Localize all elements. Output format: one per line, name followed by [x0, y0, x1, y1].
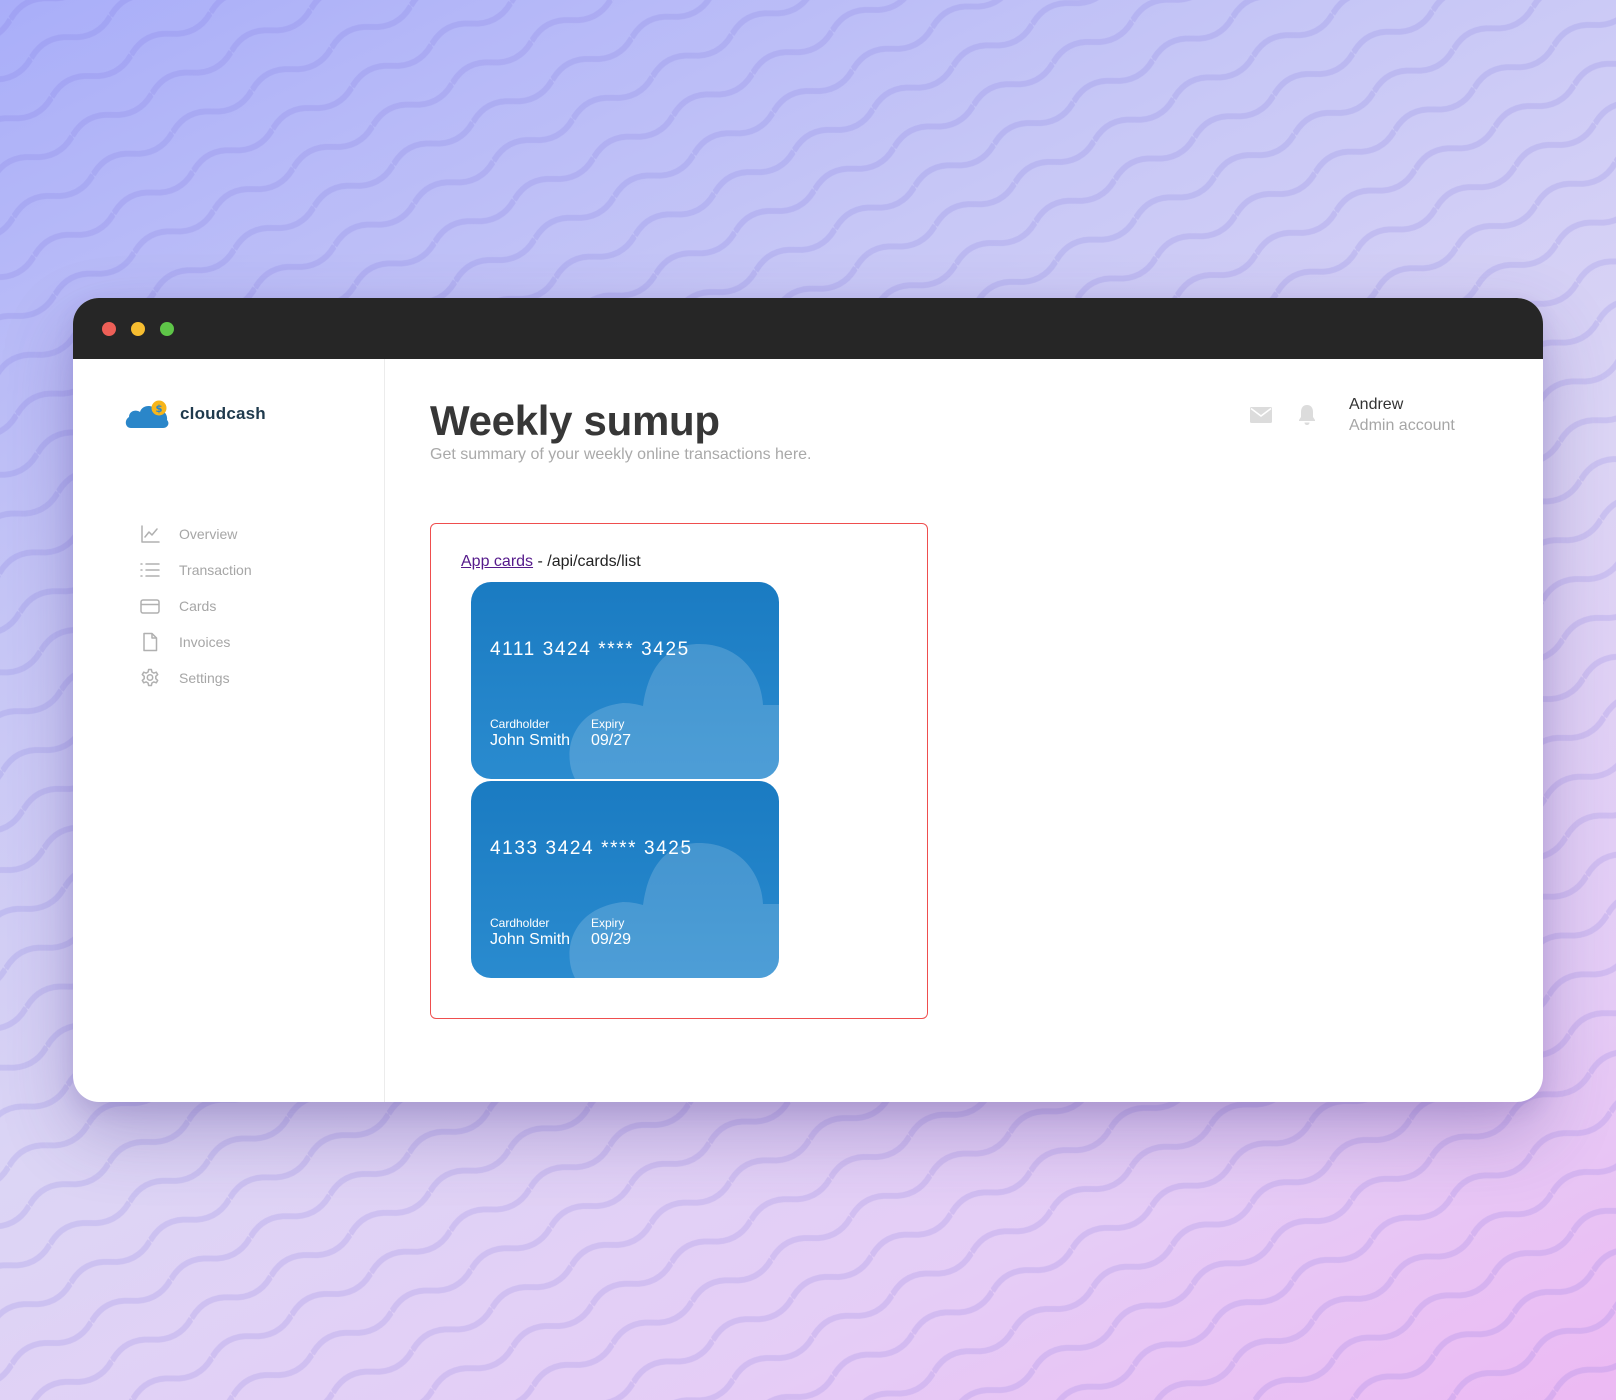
credit-card[interactable]: 4133 3424 **** 3425 Cardholder John Smit…: [471, 781, 779, 978]
cloud-logo-icon: $: [125, 400, 169, 428]
document-icon: [139, 631, 161, 653]
svg-text:$: $: [156, 404, 163, 415]
app-logo[interactable]: $ cloudcash: [124, 398, 266, 430]
cardholder-name: John Smith: [490, 732, 571, 749]
sidebar-item-label: Cards: [179, 598, 217, 614]
cardholder-name: John Smith: [490, 931, 571, 948]
chart-line-icon: [139, 523, 161, 545]
cardholder-label: Cardholder: [490, 916, 550, 930]
cardholder-label: Cardholder: [490, 717, 550, 731]
user-role: Admin account: [1349, 417, 1455, 434]
api-endpoint-label: - /api/cards/list: [533, 553, 641, 570]
user-name[interactable]: Andrew: [1349, 396, 1403, 414]
credit-card-icon: [139, 595, 161, 617]
expiry-label: Expiry: [591, 916, 625, 930]
list-icon: [139, 559, 161, 581]
sidebar-nav: Overview Transaction Cards Invoices Sett…: [139, 516, 252, 696]
sidebar-item-overview[interactable]: Overview: [139, 516, 252, 552]
sidebar-item-label: Invoices: [179, 634, 231, 650]
bell-icon[interactable]: [1295, 403, 1319, 427]
credit-card[interactable]: 4111 3424 **** 3425 Cardholder John Smit…: [471, 582, 779, 779]
page-subtitle: Get summary of your weekly online transa…: [430, 446, 812, 463]
mail-icon[interactable]: [1249, 403, 1273, 427]
sidebar-item-cards[interactable]: Cards: [139, 588, 252, 624]
card-number: 4133 3424 **** 3425: [490, 838, 693, 859]
expiry-date: 09/27: [591, 732, 632, 749]
card-number: 4111 3424 **** 3425: [490, 639, 690, 660]
app-name: cloudcash: [180, 404, 266, 423]
expiry-label: Expiry: [591, 717, 625, 731]
sidebar-item-label: Transaction: [179, 562, 252, 578]
panel-heading: App cards - /api/cards/list: [461, 553, 641, 571]
minimize-window-button[interactable]: [131, 322, 145, 336]
sidebar-item-transaction[interactable]: Transaction: [139, 552, 252, 588]
maximize-window-button[interactable]: [160, 322, 174, 336]
sidebar-item-invoices[interactable]: Invoices: [139, 624, 252, 660]
expiry-date: 09/29: [591, 931, 632, 948]
app-cards-link[interactable]: App cards: [461, 553, 533, 570]
gear-icon: [139, 667, 161, 689]
main-content: Weekly sumup Get summary of your weekly …: [385, 359, 1543, 1102]
sidebar-item-label: Overview: [179, 526, 238, 542]
sidebar-item-settings[interactable]: Settings: [139, 660, 252, 696]
app-window: $ cloudcash Overview Transaction Cards I…: [73, 298, 1543, 1102]
window-titlebar: [73, 298, 1543, 359]
page-title: Weekly sumup: [430, 397, 720, 444]
close-window-button[interactable]: [102, 322, 116, 336]
sidebar: $ cloudcash Overview Transaction Cards I…: [73, 359, 385, 1102]
sidebar-item-label: Settings: [179, 670, 230, 686]
app-cards-panel: App cards - /api/cards/list 4111 3424 **…: [430, 523, 928, 1019]
